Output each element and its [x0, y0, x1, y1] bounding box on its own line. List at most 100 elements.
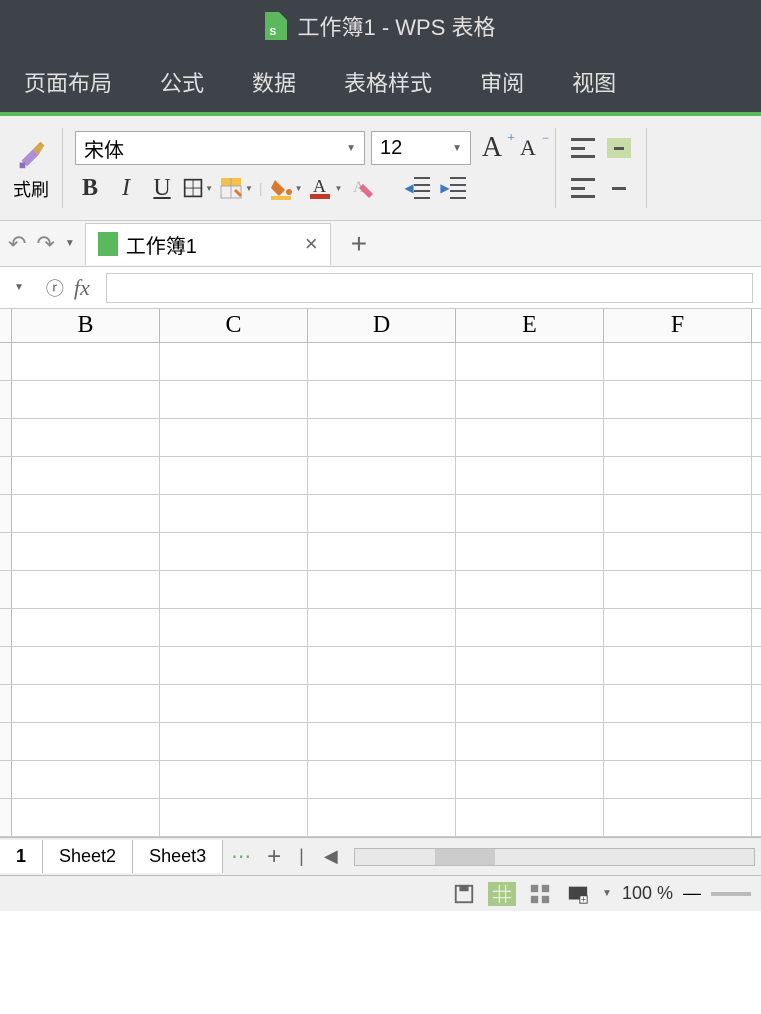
- cell[interactable]: [12, 761, 160, 798]
- menu-table-style[interactable]: 表格样式: [320, 66, 456, 98]
- cell[interactable]: [308, 533, 456, 570]
- cell[interactable]: [12, 647, 160, 684]
- cell-style-button[interactable]: ▼: [219, 173, 253, 203]
- sheet-list-button[interactable]: ⋯: [223, 844, 259, 869]
- row-header[interactable]: [0, 609, 12, 646]
- cell[interactable]: [308, 609, 456, 646]
- cell[interactable]: [12, 381, 160, 418]
- cell[interactable]: [604, 761, 752, 798]
- clear-format-button[interactable]: A: [348, 173, 378, 203]
- increase-font-button[interactable]: A+: [477, 133, 507, 163]
- cell[interactable]: [456, 799, 604, 836]
- reading-view-button[interactable]: +: [564, 882, 592, 906]
- cell[interactable]: [604, 685, 752, 722]
- row-header[interactable]: [0, 457, 12, 494]
- cell[interactable]: [160, 685, 308, 722]
- cell[interactable]: [456, 419, 604, 456]
- sheet-tab[interactable]: Sheet3: [133, 840, 223, 873]
- row-header[interactable]: [0, 533, 12, 570]
- cell[interactable]: [604, 343, 752, 380]
- cell[interactable]: [604, 609, 752, 646]
- cell[interactable]: [604, 647, 752, 684]
- border-button[interactable]: ▼: [183, 173, 213, 203]
- cell[interactable]: [160, 761, 308, 798]
- cell[interactable]: [160, 343, 308, 380]
- cell[interactable]: [308, 419, 456, 456]
- menu-data[interactable]: 数据: [228, 66, 320, 98]
- cell[interactable]: [456, 533, 604, 570]
- page-break-view-button[interactable]: [526, 882, 554, 906]
- scroll-left-button[interactable]: ◀: [314, 846, 348, 867]
- cell[interactable]: [604, 381, 752, 418]
- chevron-down-icon[interactable]: ▼: [65, 238, 75, 249]
- format-painter-icon[interactable]: [12, 134, 50, 172]
- bold-button[interactable]: B: [75, 173, 105, 203]
- cell[interactable]: [456, 495, 604, 532]
- chevron-down-icon[interactable]: ▼: [602, 888, 612, 899]
- column-header[interactable]: E: [456, 309, 604, 342]
- row-header[interactable]: [0, 495, 12, 532]
- cell[interactable]: [160, 799, 308, 836]
- row-header[interactable]: [0, 571, 12, 608]
- document-tab[interactable]: 工作簿1 ×: [85, 223, 331, 265]
- align-center-button[interactable]: [604, 173, 634, 203]
- cell[interactable]: [456, 571, 604, 608]
- cell[interactable]: [308, 571, 456, 608]
- row-header[interactable]: [0, 343, 12, 380]
- decrease-font-button[interactable]: A−: [513, 133, 543, 163]
- cell[interactable]: [456, 343, 604, 380]
- cell[interactable]: [12, 609, 160, 646]
- undo-button[interactable]: ↶: [8, 231, 26, 257]
- sheet-tab[interactable]: Sheet2: [43, 840, 133, 873]
- column-header[interactable]: D: [308, 309, 456, 342]
- align-left-button[interactable]: [568, 173, 598, 203]
- name-box-dropdown[interactable]: ▼: [8, 282, 30, 293]
- cell[interactable]: [456, 647, 604, 684]
- cell[interactable]: [12, 571, 160, 608]
- menu-page-layout[interactable]: 页面布局: [0, 66, 136, 98]
- underline-button[interactable]: U: [147, 173, 177, 203]
- cell[interactable]: [308, 647, 456, 684]
- cell[interactable]: [456, 685, 604, 722]
- row-header[interactable]: [0, 799, 12, 836]
- cell[interactable]: [308, 457, 456, 494]
- sheet-tab-active[interactable]: 1: [0, 840, 43, 873]
- horizontal-scrollbar[interactable]: [354, 848, 755, 866]
- cell[interactable]: [308, 343, 456, 380]
- align-top-button[interactable]: [568, 133, 598, 163]
- zoom-out-button[interactable]: —: [683, 883, 701, 904]
- formula-input[interactable]: [106, 273, 753, 303]
- font-size-select[interactable]: 12 ▼: [371, 131, 471, 165]
- cell[interactable]: [308, 381, 456, 418]
- cell[interactable]: [456, 609, 604, 646]
- cell[interactable]: [12, 419, 160, 456]
- cell[interactable]: [12, 343, 160, 380]
- increase-indent-button[interactable]: ▶: [438, 173, 468, 203]
- cell[interactable]: [604, 723, 752, 760]
- cell[interactable]: [456, 381, 604, 418]
- cell[interactable]: [160, 419, 308, 456]
- cell[interactable]: [12, 723, 160, 760]
- row-header[interactable]: [0, 419, 12, 456]
- cell[interactable]: [456, 723, 604, 760]
- cell[interactable]: [160, 647, 308, 684]
- normal-view-button[interactable]: [488, 882, 516, 906]
- select-all-corner[interactable]: [0, 309, 12, 342]
- cell[interactable]: [308, 761, 456, 798]
- cell[interactable]: [12, 799, 160, 836]
- cell[interactable]: [160, 495, 308, 532]
- cell[interactable]: [308, 495, 456, 532]
- column-header[interactable]: C: [160, 309, 308, 342]
- cell[interactable]: [604, 457, 752, 494]
- cell[interactable]: [604, 571, 752, 608]
- row-header[interactable]: [0, 761, 12, 798]
- zoom-level[interactable]: 100 %: [622, 883, 673, 904]
- cell[interactable]: [160, 381, 308, 418]
- redo-button[interactable]: ↷: [36, 231, 54, 257]
- close-tab-button[interactable]: ×: [305, 231, 318, 257]
- add-sheet-button[interactable]: +: [259, 843, 289, 871]
- cell[interactable]: [160, 457, 308, 494]
- cell[interactable]: [604, 799, 752, 836]
- decrease-indent-button[interactable]: ◀: [402, 173, 432, 203]
- cell[interactable]: [160, 723, 308, 760]
